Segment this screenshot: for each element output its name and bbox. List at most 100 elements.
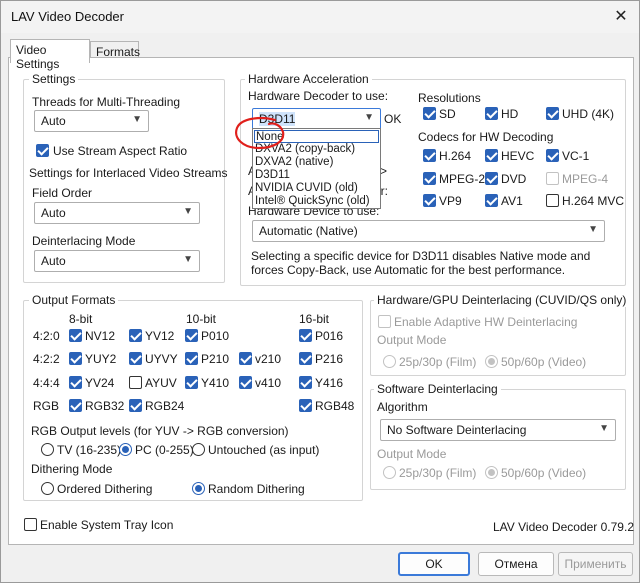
yv24-label: YV24 xyxy=(85,376,115,390)
apply-button-label: Применить xyxy=(564,557,627,571)
algorithm-label: Algorithm xyxy=(377,400,428,414)
settings-group-title: Settings xyxy=(29,72,79,86)
decoder-option-cuvid[interactable]: NVIDIA CUVID (old) xyxy=(254,182,379,195)
ordered-dithering-label: Ordered Dithering xyxy=(57,482,153,496)
v410-checkbox[interactable] xyxy=(239,376,252,389)
uyvy-checkbox[interactable] xyxy=(129,352,142,365)
sw-film-radio[interactable] xyxy=(383,466,396,479)
output-formats-title: Output Formats xyxy=(29,293,119,307)
h264-label: H.264 xyxy=(439,149,472,163)
av1-checkbox[interactable] xyxy=(485,194,498,207)
close-icon[interactable]: ✕ xyxy=(609,5,633,29)
tab-video-settings[interactable]: Video Settings xyxy=(10,39,90,71)
v210-label: v210 xyxy=(255,352,282,366)
col-header-16bit: 16-bit xyxy=(299,312,330,326)
deinterlacing-value: Auto xyxy=(41,254,66,268)
ok-button[interactable]: OK xyxy=(398,552,470,576)
annotation-circle-icon xyxy=(235,117,285,150)
tray-icon-checkbox[interactable] xyxy=(24,518,37,531)
apply-button[interactable]: Применить xyxy=(558,552,633,576)
vc1-label: VC-1 xyxy=(562,149,590,163)
vc1-checkbox[interactable] xyxy=(546,149,559,162)
deinterlacing-label: Deinterlacing Mode xyxy=(32,234,136,248)
nv12-label: NV12 xyxy=(85,329,116,343)
device-select[interactable]: Automatic (Native) ▼ xyxy=(252,220,605,242)
sw-video-radio[interactable] xyxy=(485,466,498,479)
hevc-checkbox[interactable] xyxy=(485,149,498,162)
threads-value: Auto xyxy=(41,114,66,128)
row-label-rgb: RGB xyxy=(33,399,60,413)
stream-aspect-checkbox[interactable] xyxy=(36,144,49,157)
rgb24-checkbox[interactable] xyxy=(129,399,142,412)
yv12-checkbox[interactable] xyxy=(129,329,142,342)
nv12-checkbox[interactable] xyxy=(69,329,82,342)
hd-checkbox[interactable] xyxy=(485,107,498,120)
hevc-label: HEVC xyxy=(501,149,535,163)
decoder-option-d3d11[interactable]: D3D11 xyxy=(254,169,379,182)
y416-label: Y416 xyxy=(315,376,344,390)
deinterlacing-select[interactable]: Auto ▼ xyxy=(34,250,200,272)
tray-icon-label: Enable System Tray Icon xyxy=(40,518,174,532)
row-label-422: 4:2:2 xyxy=(33,352,60,366)
p216-label: P216 xyxy=(315,352,344,366)
rgb-untouched-label: Untouched (as input) xyxy=(208,443,320,457)
rgb48-checkbox[interactable] xyxy=(299,399,312,412)
hw-video-radio[interactable] xyxy=(485,355,498,368)
rgb-tv-label: TV (16-235) xyxy=(57,443,122,457)
random-dithering-radio[interactable] xyxy=(192,482,205,495)
dvd-checkbox[interactable] xyxy=(485,172,498,185)
v410-label: v410 xyxy=(255,376,282,390)
sw-output-mode-label: Output Mode xyxy=(377,447,447,461)
yv24-checkbox[interactable] xyxy=(69,376,82,389)
h264-checkbox[interactable] xyxy=(423,149,436,162)
y410-checkbox[interactable] xyxy=(185,376,198,389)
field-order-value: Auto xyxy=(41,206,66,220)
yuy2-checkbox[interactable] xyxy=(69,352,82,365)
rgb-pc-radio[interactable] xyxy=(119,443,132,456)
sw-deint-title: Software Deinterlacing xyxy=(374,382,501,396)
sd-checkbox[interactable] xyxy=(423,107,436,120)
device-note: Selecting a specific device for D3D11 di… xyxy=(251,249,591,277)
rgb24-label: RGB24 xyxy=(145,399,185,413)
random-dithering-label: Random Dithering xyxy=(208,482,305,496)
p216-checkbox[interactable] xyxy=(299,352,312,365)
cancel-button[interactable]: Отмена xyxy=(478,552,554,576)
mpeg2-checkbox[interactable] xyxy=(423,172,436,185)
ayuv-checkbox[interactable] xyxy=(129,376,142,389)
threads-select[interactable]: Auto ▼ xyxy=(34,110,149,132)
adaptive-hw-deint-checkbox[interactable] xyxy=(378,315,391,328)
rgb-untouched-radio[interactable] xyxy=(192,443,205,456)
decoder-status: OK xyxy=(384,112,402,126)
p016-label: P016 xyxy=(315,329,344,343)
uhd-checkbox[interactable] xyxy=(546,107,559,120)
vp9-checkbox[interactable] xyxy=(423,194,436,207)
ok-button-label: OK xyxy=(425,557,443,571)
title-bar[interactable]: LAV Video Decoder ✕ xyxy=(1,1,639,33)
resolutions-label: Resolutions xyxy=(418,91,481,105)
ordered-dithering-radio[interactable] xyxy=(41,482,54,495)
version-label: LAV Video Decoder 0.79.2 xyxy=(493,520,634,534)
sw-video-label: 50p/60p (Video) xyxy=(501,466,587,480)
p210-checkbox[interactable] xyxy=(185,352,198,365)
hw-film-radio[interactable] xyxy=(383,355,396,368)
sd-label: SD xyxy=(439,107,456,121)
hd-label: HD xyxy=(501,107,519,121)
p016-checkbox[interactable] xyxy=(299,329,312,342)
mpeg4-checkbox[interactable] xyxy=(546,172,559,185)
p010-checkbox[interactable] xyxy=(185,329,198,342)
field-order-select[interactable]: Auto ▼ xyxy=(34,202,200,224)
h264mvc-checkbox[interactable] xyxy=(546,194,559,207)
y416-checkbox[interactable] xyxy=(299,376,312,389)
rgb-pc-label: PC (0-255) xyxy=(135,443,194,457)
decoder-label: Hardware Decoder to use: xyxy=(248,89,389,103)
algorithm-select[interactable]: No Software Deinterlacing ▼ xyxy=(380,419,616,441)
rgb-tv-radio[interactable] xyxy=(41,443,54,456)
v210-checkbox[interactable] xyxy=(239,352,252,365)
rgb32-checkbox[interactable] xyxy=(69,399,82,412)
decoder-option-quicksync[interactable]: Intel® QuickSync (old) xyxy=(254,195,379,208)
y410-label: Y410 xyxy=(201,376,230,390)
dialog-window: LAV Video Decoder ✕ Video Settings Forma… xyxy=(0,0,640,583)
decoder-option-dxva2-native[interactable]: DXVA2 (native) xyxy=(254,156,379,169)
p010-label: P010 xyxy=(201,329,230,343)
hw-deint-title: Hardware/GPU Deinterlacing (CUVID/QS onl… xyxy=(374,293,630,307)
